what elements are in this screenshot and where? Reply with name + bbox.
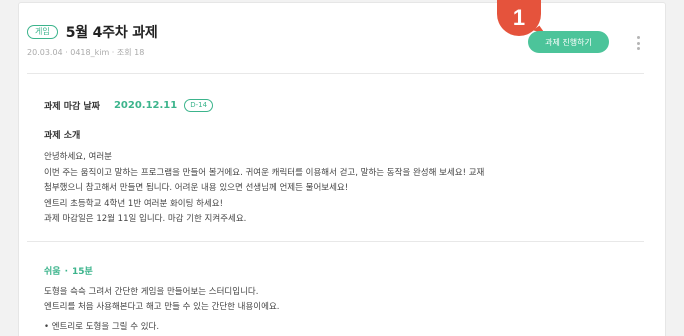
more-vertical-icon[interactable] (636, 36, 640, 50)
study-line: 엔트리를 처음 사용해본다고 해고 만들 수 있는 간단한 내용이에요. (44, 302, 280, 312)
intro-line: 엔트리 초등학교 4학년 1반 여러분 화이팅 하세요! (44, 198, 224, 209)
intro-line: 첨부했으니 참고해서 만들면 됩니다. 어려운 내용 있으면 선생님께 언제든 … (44, 183, 349, 194)
intro-body: 안녕하세요, 여러분 이번 주는 움직이고 말하는 프로그램을 만들어 볼거에요… (44, 150, 604, 228)
category-badge: 게임 (27, 25, 58, 39)
due-date-label: 과제 마감 날짜 (44, 102, 100, 112)
intro-heading: 과제 소개 (44, 131, 81, 141)
intro-line: 이번 주는 움직이고 말하는 프로그램을 만들어 볼거에요. 귀여운 캐릭터를 … (44, 167, 485, 178)
step-marker: 1 (497, 0, 541, 36)
study-line: 도형을 슥슥 그려서 간단한 게임을 만들어보는 스터디입니다. (44, 287, 259, 297)
objective-bullet: • 엔트리로 도형을 그릴 수 있다. (44, 322, 160, 332)
header-divider (27, 73, 644, 74)
difficulty-row: 쉬움 · 15분 (44, 264, 93, 277)
due-date-row: 과제 마감 날짜 2020.12.11 D-14 (44, 99, 214, 112)
intro-line: 안녕하세요, 여러분 (44, 152, 112, 162)
study-description: 도형을 슥슥 그려서 간단한 게임을 만들어보는 스터디입니다. 엔트리를 처음… (44, 285, 279, 315)
duration-label: 15분 (71, 267, 93, 277)
page-title: 5월 4주차 과제 (65, 25, 158, 41)
difficulty-label: 쉬움 (44, 267, 61, 277)
section-divider (27, 241, 644, 242)
assignment-header: 게임 5월 4주차 과제 (27, 22, 158, 42)
intro-line: 과제 마감일은 12월 11일 입니다. 마감 기한 지켜주세요. (44, 214, 247, 225)
due-date-value: 2020.12.11 (113, 100, 178, 111)
dday-badge: D-14 (184, 99, 214, 112)
start-assignment-button[interactable]: 과제 진행하기 (528, 31, 609, 53)
post-meta: 20.03.04 · 0418_kim · 조회 18 (27, 48, 145, 57)
separator-dot: · (64, 267, 68, 277)
